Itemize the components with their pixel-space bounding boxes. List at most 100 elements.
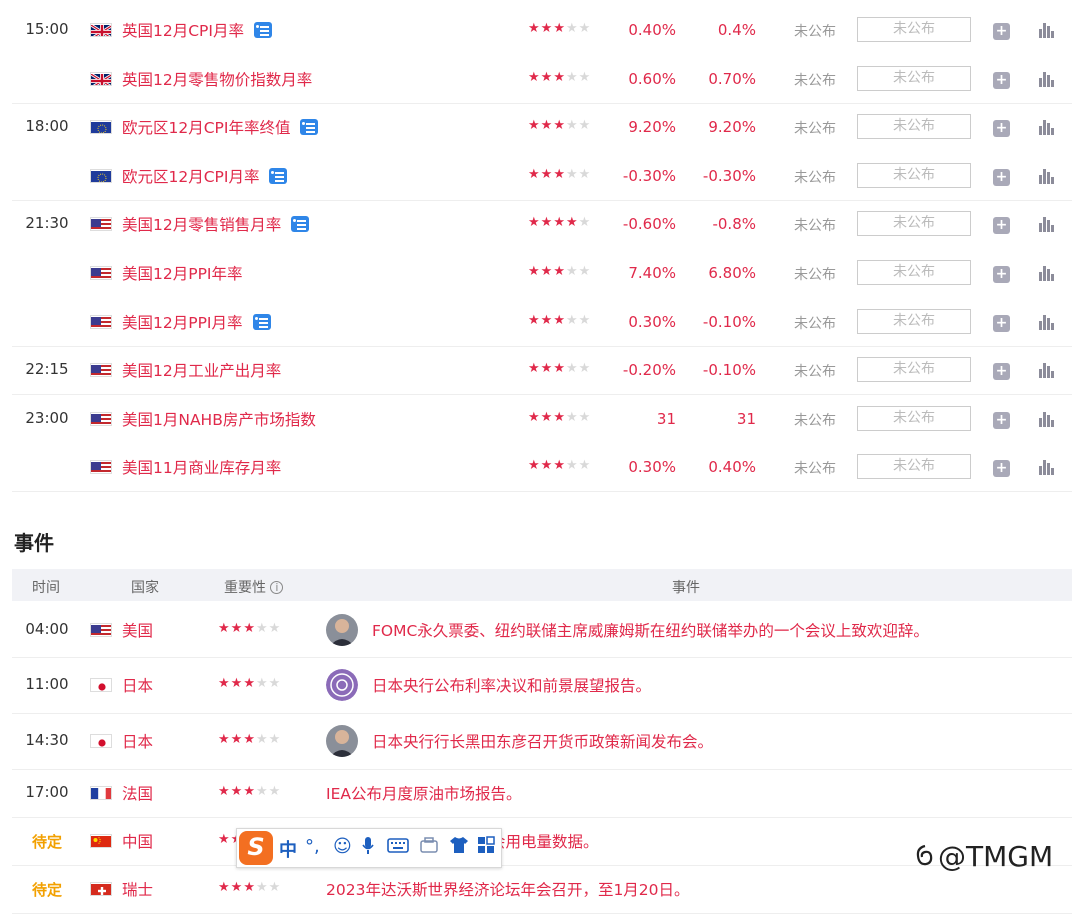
interpretation-icon[interactable] bbox=[300, 119, 319, 136]
indicator-link[interactable]: 美国12月PPI月率 bbox=[122, 311, 271, 333]
event-country: 中国 bbox=[122, 833, 154, 851]
indicator-link[interactable]: 英国12月零售物价指数月率 bbox=[122, 68, 312, 90]
previous-value: 0.30% bbox=[628, 458, 676, 477]
prediction-input[interactable]: 未公布 bbox=[857, 454, 971, 480]
toolbox-icon[interactable] bbox=[419, 836, 441, 859]
importance-stars: ★★★★★ bbox=[528, 118, 592, 134]
prediction-input[interactable]: 未公布 bbox=[857, 260, 971, 285]
previous-value: 9.20% bbox=[628, 118, 676, 137]
flag-uk-icon bbox=[90, 23, 112, 37]
prediction-input[interactable]: 未公布 bbox=[857, 17, 971, 42]
add-icon[interactable]: + bbox=[993, 120, 1010, 138]
interpretation-icon[interactable] bbox=[252, 313, 271, 330]
flag-cn-icon bbox=[90, 834, 112, 848]
ime-toolbar[interactable]: S 中 °, ☺ bbox=[236, 828, 502, 868]
event-description[interactable]: IEA公布月度原油市场报告。 bbox=[326, 782, 521, 804]
previous-value: 31 bbox=[656, 409, 676, 428]
indicator-link[interactable]: 美国12月零售销售月率 bbox=[122, 213, 310, 235]
prediction-input[interactable]: 未公布 bbox=[857, 405, 971, 431]
bar-chart-icon[interactable] bbox=[1039, 362, 1055, 379]
bar-chart-icon[interactable] bbox=[1039, 168, 1055, 184]
prediction-input[interactable]: 未公布 bbox=[857, 162, 971, 188]
bar-chart-icon[interactable] bbox=[1039, 459, 1055, 476]
previous-value: 0.40% bbox=[628, 21, 676, 39]
bar-chart-icon[interactable] bbox=[1039, 22, 1055, 38]
previous-value: -0.20% bbox=[622, 361, 676, 380]
ime-punct-toggle[interactable]: °, bbox=[305, 836, 320, 857]
indicator-link[interactable]: 美国11月商业库存月率 bbox=[122, 456, 281, 478]
emoji-icon[interactable]: ☺ bbox=[333, 836, 352, 857]
keyboard-icon[interactable] bbox=[387, 836, 409, 859]
release-time: 21:30 bbox=[25, 214, 69, 233]
indicator-link[interactable]: 美国1月NAHB房产市场指数 bbox=[122, 408, 316, 430]
flag-uk-icon bbox=[90, 71, 112, 86]
previous-value: -0.60% bbox=[622, 215, 676, 234]
bar-chart-icon[interactable] bbox=[1039, 411, 1055, 427]
importance-stars: ★★★★★ bbox=[528, 215, 592, 231]
sogou-logo-icon[interactable]: S bbox=[239, 831, 273, 865]
add-icon[interactable]: + bbox=[993, 460, 1010, 478]
flag-us-icon bbox=[90, 266, 112, 280]
indicator-link[interactable]: 美国12月工业产出月率 bbox=[122, 359, 281, 381]
interpretation-icon[interactable] bbox=[291, 216, 310, 233]
institution-seal-icon bbox=[326, 669, 358, 701]
flag-us-icon bbox=[90, 623, 112, 637]
interpretation-icon[interactable] bbox=[269, 167, 288, 184]
info-icon[interactable]: i bbox=[270, 581, 284, 594]
add-icon[interactable]: + bbox=[993, 71, 1010, 89]
bar-chart-icon[interactable] bbox=[1039, 71, 1055, 87]
importance-stars: ★★★★★ bbox=[528, 312, 592, 328]
bar-chart-icon[interactable] bbox=[1039, 314, 1055, 330]
importance-stars: ★★★★★ bbox=[528, 21, 592, 36]
add-icon[interactable]: + bbox=[993, 314, 1010, 332]
indicator-link[interactable]: 美国12月PPI年率 bbox=[122, 262, 243, 284]
header-time: 时间 bbox=[32, 580, 60, 596]
indicator-link[interactable]: 英国12月CPI月率 bbox=[122, 19, 272, 41]
add-icon[interactable]: + bbox=[993, 217, 1010, 235]
release-time: 18:00 bbox=[25, 117, 69, 136]
bar-chart-icon[interactable] bbox=[1039, 265, 1055, 281]
bar-chart-icon[interactable] bbox=[1039, 119, 1055, 136]
forecast-value: -0.8% bbox=[712, 215, 756, 234]
ime-mode-toggle[interactable]: 中 bbox=[279, 836, 297, 862]
add-icon[interactable]: + bbox=[993, 266, 1010, 283]
event-row: 14:30 日本 ★★★★★ 日本央行行长黑田东彦召开货币政策新闻发布会。 bbox=[12, 713, 1072, 770]
event-description[interactable]: 2023年达沃斯世界经济论坛年会召开，至1月20日。 bbox=[326, 878, 690, 900]
indicator-link[interactable]: 欧元区12月CPI年率终值 bbox=[122, 116, 319, 138]
importance-stars: ★★★★★ bbox=[528, 264, 592, 279]
flag-ch-icon bbox=[90, 882, 112, 896]
event-description[interactable]: 日本央行公布利率决议和前景展望报告。 bbox=[372, 674, 651, 696]
event-time: 待定 bbox=[31, 881, 62, 899]
econ-data-row: 21:30 美国12月零售销售月率 ★★★★★ -0.60% -0.8% 未公布 未公布 + bbox=[12, 200, 1072, 248]
bar-chart-icon[interactable] bbox=[1039, 216, 1055, 233]
event-time: 11:00 bbox=[25, 675, 69, 693]
events-table-header: 时间 国家 重要性 i 事件 bbox=[12, 569, 1072, 601]
add-icon[interactable]: + bbox=[993, 411, 1010, 429]
econ-data-row: 22:15 美国12月工业产出月率 ★★★★★ -0.20% -0.10% 未公布 未公布 + bbox=[12, 346, 1072, 396]
event-description[interactable]: 日本央行行长黑田东彦召开货币政策新闻发布会。 bbox=[372, 730, 713, 752]
event-description[interactable]: FOMC永久票委、纽约联储主席威廉姆斯在纽约联储举办的一个会议上致欢迎辞。 bbox=[372, 619, 929, 641]
actual-value: 未公布 bbox=[794, 267, 836, 283]
econ-data-row: 23:00 美国1月NAHB房产市场指数 ★★★★★ 31 31 未公布 未公布 + bbox=[12, 395, 1072, 443]
mic-icon[interactable] bbox=[361, 836, 375, 861]
indicator-link[interactable]: 欧元区12月CPI月率 bbox=[122, 165, 288, 187]
flag-eu-icon bbox=[90, 168, 112, 183]
grid-icon[interactable] bbox=[477, 836, 495, 859]
skin-icon[interactable] bbox=[449, 836, 469, 859]
add-icon[interactable]: + bbox=[993, 23, 1010, 40]
previous-value: -0.30% bbox=[622, 166, 676, 185]
prediction-input[interactable]: 未公布 bbox=[857, 211, 971, 237]
prediction-input[interactable]: 未公布 bbox=[857, 308, 971, 334]
prediction-input[interactable]: 未公布 bbox=[857, 65, 971, 91]
flag-jp-icon bbox=[90, 678, 112, 692]
add-icon[interactable]: + bbox=[993, 168, 1010, 186]
interpretation-icon[interactable] bbox=[253, 22, 272, 38]
events-section-title: 事件 bbox=[14, 531, 54, 555]
actual-value: 未公布 bbox=[794, 169, 836, 186]
prediction-input[interactable]: 未公布 bbox=[857, 114, 971, 140]
event-row: 04:00 美国 ★★★★★ FOMC永久票委、纽约联储主席威廉姆斯在纽约联储举办的一… bbox=[12, 602, 1072, 658]
importance-stars: ★★★★★ bbox=[528, 166, 592, 182]
add-icon[interactable]: + bbox=[993, 363, 1010, 381]
prediction-input[interactable]: 未公布 bbox=[857, 357, 971, 383]
actual-value: 未公布 bbox=[794, 315, 836, 332]
